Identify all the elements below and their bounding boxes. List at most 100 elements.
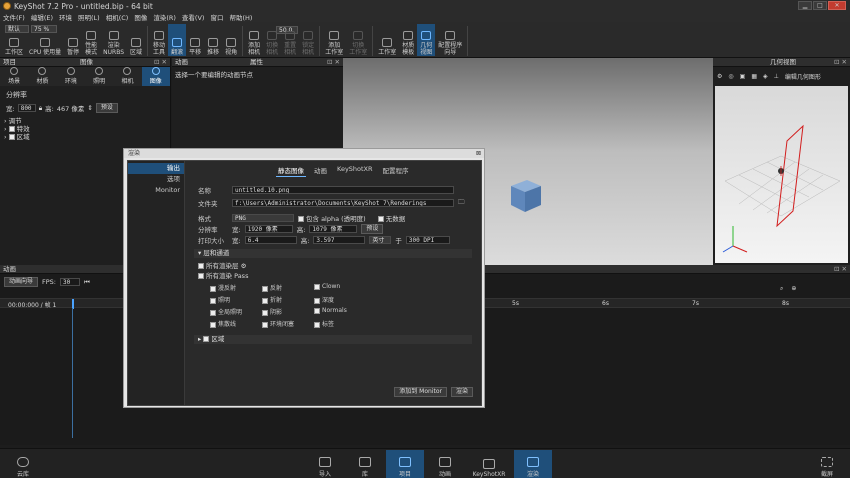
toolbar-button[interactable]: 材质 模板 [399,24,417,56]
bottom-nav-button[interactable]: 导入 [306,450,344,478]
project-tab[interactable]: 图像 [141,67,170,86]
render-tab[interactable]: 静态图像 [276,164,306,177]
toolbar-button[interactable]: 性能 模式 [82,24,100,56]
checkbox-box[interactable] [262,309,268,316]
height-value[interactable]: 467 像素 [57,103,84,113]
bottom-nav-button[interactable]: 库 [346,450,384,478]
pass-checkbox[interactable]: 反射 [262,283,314,292]
toolbar-button[interactable]: 切换 工作室 [346,24,370,56]
axis-icon[interactable]: ⊥ [774,73,779,80]
region-section-header[interactable]: ▸ 区域 [194,335,472,344]
bottom-nav-button[interactable]: 渲染 [514,450,552,478]
skip-back-icon[interactable]: ⏮ [84,278,90,287]
print-width-input[interactable]: 6.4 [244,236,297,244]
render-button[interactable]: 渲染 [450,387,473,397]
tree-item[interactable]: › 特效 [4,125,166,133]
menu-item[interactable]: 查看(V) [182,12,205,22]
res-height-input[interactable]: 1079 像素 [309,225,358,233]
toolbar-button[interactable]: 锁定 相机 [299,24,317,56]
gear-icon[interactable]: ⚙ [717,73,722,80]
menu-item[interactable]: 环境 [59,12,72,22]
maximize-icon[interactable]: □ [813,1,827,10]
toolbar-button[interactable]: CPU 使用量 [26,24,64,56]
region-checkbox[interactable] [203,336,210,342]
lock-icon[interactable]: 🔒︎ [39,104,42,113]
pass-checkbox[interactable]: 漫反射 [210,283,262,292]
pass-checkbox[interactable]: 折射 [262,295,314,304]
checkbox-box[interactable] [210,309,216,316]
edit-geometry-button[interactable]: 编辑几何图形 [785,72,821,81]
toolbar-button[interactable]: 工作室 [375,24,399,56]
bottom-nav-button[interactable]: 项目 [386,450,424,478]
menu-item[interactable]: 编辑(E) [31,12,53,22]
print-height-input[interactable]: 3.597 [313,236,366,244]
checkbox-box[interactable] [210,285,216,292]
zoom-out-icon[interactable]: ⌕ [780,285,783,293]
toolbar-button[interactable]: 平移 [186,24,204,56]
pass-checkbox[interactable]: 照明 [210,295,262,304]
tree-checkbox[interactable] [8,126,15,132]
grid-icon[interactable]: ▦ [751,73,757,80]
zoom-in-icon[interactable]: ⊕ [791,285,796,293]
folder-input[interactable]: f:\Users\Administrator\Documents\KeyShot… [232,199,454,207]
checkbox-box[interactable] [210,321,216,328]
render-sidebar-item[interactable]: 选项 [128,174,184,185]
toolbar-button[interactable]: 推移 [204,24,222,56]
menu-item[interactable]: 渲染(R) [153,12,176,22]
menu-item[interactable]: 相机(C) [106,12,129,22]
checkbox-box[interactable] [262,285,268,292]
cloud-library-button[interactable]: 云库 [4,450,42,478]
add-to-monitor-button[interactable]: 添加到 Monitor [394,387,447,397]
bottom-nav-button[interactable]: 动画 [426,450,464,478]
pass-checkbox[interactable]: 环境闭塞 [262,319,314,328]
checkbox-box[interactable] [314,307,320,314]
pass-checkbox[interactable]: 深度 [314,295,384,304]
toolbar-button[interactable]: 添加 相机 [245,24,263,56]
panel-close-icon[interactable]: ⊡ ✕ [154,58,170,66]
toolbar-button[interactable]: 渲染 NURBS [100,24,127,56]
close-icon[interactable]: ✕ [828,1,846,10]
name-input[interactable]: untitled.10.png [232,186,454,194]
screenshot-button[interactable]: 截屏 [808,450,846,478]
render-dialog-titlebar[interactable]: 渲染 ⊠ [124,149,484,158]
project-tab[interactable]: 场景 [0,67,28,86]
fit-icon[interactable]: ▣ [740,73,746,80]
toolbar-button[interactable]: 添加 工作室 [322,24,346,56]
preset-button[interactable]: 预设 [95,103,118,113]
bottom-nav-button[interactable]: KeyShotXR [466,450,512,478]
all-passes-checkbox[interactable]: 所有渲染 Pass [198,271,248,281]
render-tab[interactable]: KeyShotXR [335,164,375,177]
blue-cube[interactable] [505,178,543,214]
tree-checkbox[interactable] [8,134,15,140]
menu-item[interactable]: 文件(F) [3,12,25,22]
project-tab[interactable]: 相机 [113,67,141,86]
dpi-input[interactable]: 300 DPI [405,236,450,244]
pass-checkbox[interactable]: 标签 [314,319,384,328]
menu-item[interactable]: 帮助(H) [229,12,252,22]
width-input[interactable]: 800 [17,104,36,112]
checkbox-box[interactable] [314,321,320,328]
animation-wizard-button[interactable]: 动画向导 [4,277,39,287]
render-sidebar-item[interactable]: 输出 [128,163,184,174]
checkbox-box[interactable] [314,297,320,304]
no-data-checkbox[interactable]: 无数据 [377,213,405,223]
settings-icon[interactable]: ⚙ [241,262,247,270]
dialog-close-icon[interactable]: ⊠ [476,149,484,158]
toolbar-button[interactable]: 重置 相机 [281,24,299,56]
toolbar-button[interactable]: 移动 工具 [150,24,168,56]
pass-checkbox[interactable]: 焦散线 [210,319,262,328]
camera-icon[interactable]: ◎ [728,73,733,80]
layers-icon[interactable]: ◈ [763,73,768,80]
project-tab[interactable]: 环境 [57,67,85,86]
render-sidebar-item[interactable]: Monitor [128,185,184,196]
alpha-checkbox[interactable]: 包含 alpha (透明度) [298,213,366,223]
toolbar-button[interactable]: 配置程序 向导 [435,24,465,56]
tree-item[interactable]: › 调节 [4,117,166,125]
tree-item[interactable]: › 区域 [4,133,166,141]
toolbar-button[interactable]: 工作区 [2,24,26,56]
layers-section-header[interactable]: ▾ 层和通道 [194,249,472,258]
animation-panel-close-icon[interactable]: ⊡ ✕ [327,58,343,66]
pass-checkbox[interactable]: Normals [314,307,384,316]
render-tab[interactable]: 动画 [312,164,329,177]
format-select[interactable]: PNG [232,214,294,222]
